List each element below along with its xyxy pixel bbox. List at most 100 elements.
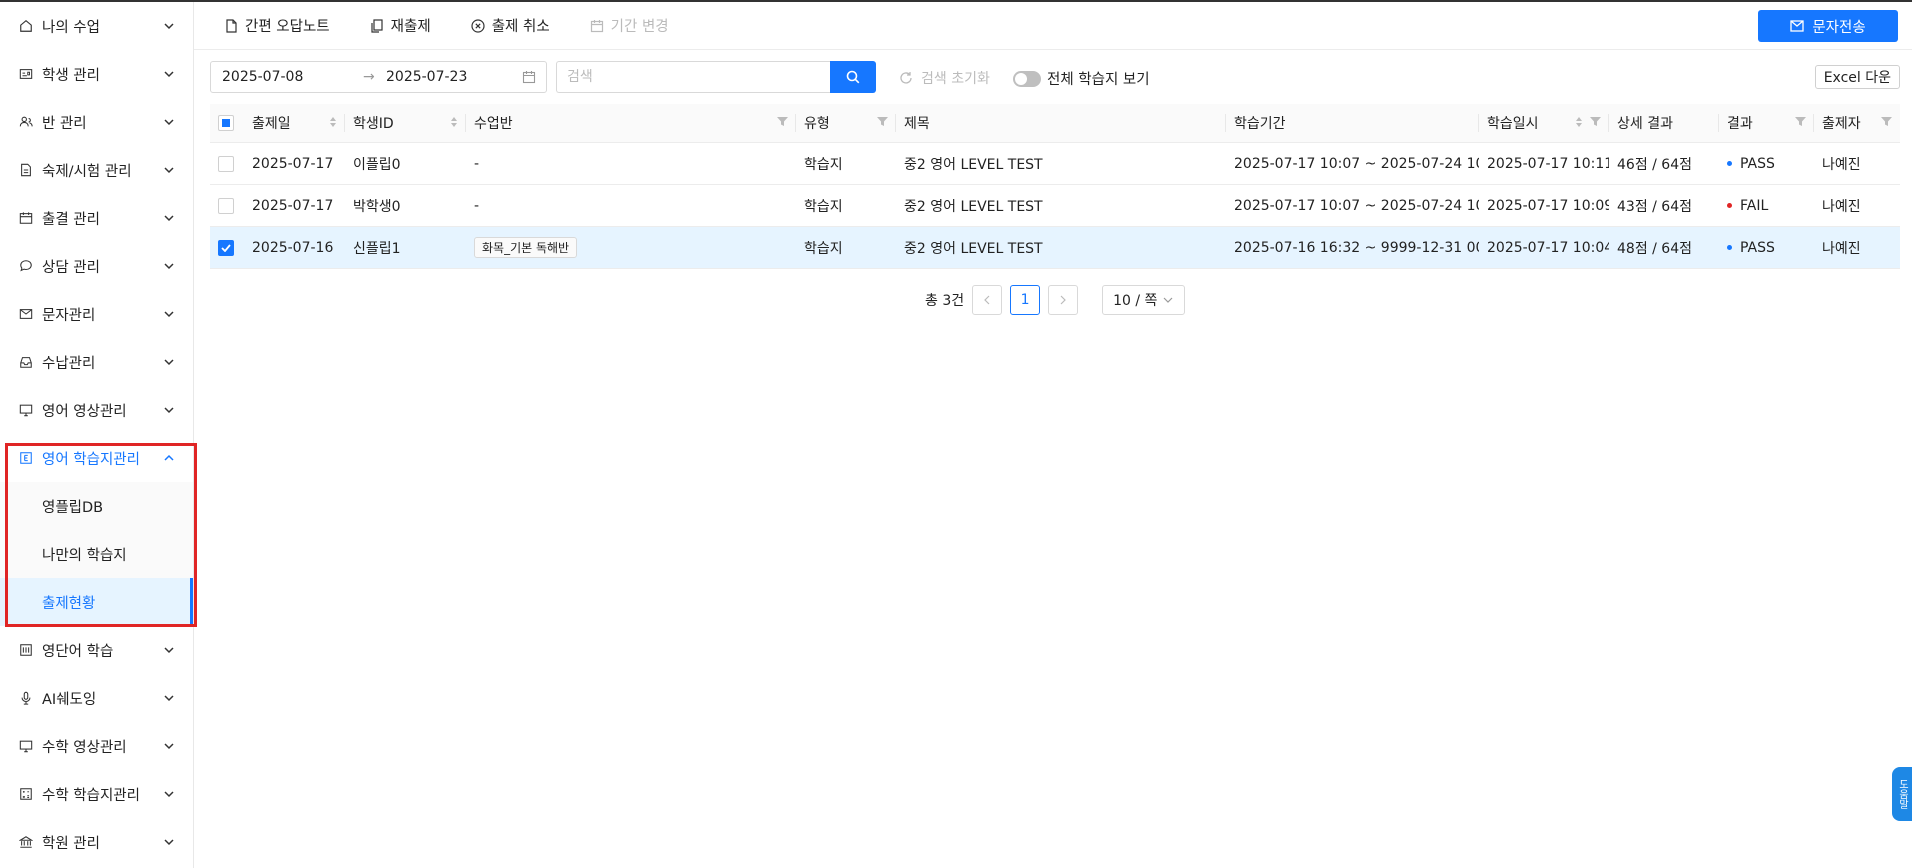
header-date[interactable]: 출제일: [244, 104, 345, 143]
wrong-answer-note-button[interactable]: 간편 오답노트: [224, 15, 330, 36]
monitor-icon: [18, 402, 34, 418]
date-range-picker[interactable]: 2025-07-08 → 2025-07-23: [210, 61, 547, 93]
sidebar-item-label: 영어 영상관리: [42, 403, 127, 420]
sidebar-item-label: 학생 관리: [42, 67, 100, 84]
search-input[interactable]: [556, 61, 831, 93]
date-cell: 2025-07-16: [244, 226, 345, 269]
table-header-row: 출제일 학생ID 수업반 유형 제목 학습기간 학습일시 상세 결과 결과 출제…: [210, 104, 1900, 143]
sidebar-item-10[interactable]: 영단어 학습: [0, 626, 193, 674]
class-cell-wrap: -: [466, 184, 796, 227]
detail-cell: 46점 / 64점: [1609, 142, 1719, 185]
send-sms-button[interactable]: 문자전송: [1758, 10, 1898, 42]
page-size-select[interactable]: 10 / 쪽: [1102, 285, 1186, 315]
chevron-left-icon: [984, 295, 990, 305]
help-tab[interactable]: 도움말: [1892, 767, 1912, 821]
result-badge: PASS: [1740, 239, 1775, 256]
search-button[interactable]: [830, 61, 876, 93]
checkbox-cell: [210, 142, 244, 185]
sort-icon[interactable]: [450, 116, 458, 128]
sidebar-item-8[interactable]: 영어 영상관리: [0, 386, 193, 434]
document-icon: [18, 162, 34, 178]
chevron-down-icon: [164, 791, 174, 798]
inbox-icon: [18, 354, 34, 370]
study-time-cell: 2025-07-17 10:11: [1479, 142, 1609, 185]
student-id-cell: 이플립0: [345, 142, 466, 185]
excel-download-button[interactable]: Excel 다운: [1814, 65, 1900, 89]
sort-icon[interactable]: [1575, 116, 1583, 128]
status-dot: [1727, 245, 1732, 250]
cancel-assignment-button[interactable]: 출제 취소: [471, 15, 550, 36]
chevron-down-icon: [164, 359, 174, 366]
submenu-item-0[interactable]: 영플립DB: [0, 482, 193, 530]
submenu-item-1[interactable]: 나만의 학습지: [0, 530, 193, 578]
header-type[interactable]: 유형: [796, 104, 896, 143]
chevron-down-icon: [164, 695, 174, 702]
chevron-down-icon: [164, 167, 174, 174]
chevron-down-icon: [1164, 297, 1173, 303]
sidebar-item-3[interactable]: 숙제/시험 관리: [0, 146, 193, 194]
date-to[interactable]: 2025-07-23: [386, 69, 467, 85]
type-cell: 학습지: [796, 184, 896, 227]
sidebar-item-0[interactable]: 나의 수업: [0, 2, 193, 50]
group-icon: [18, 114, 34, 130]
row-checkbox[interactable]: [218, 197, 234, 214]
submenu-item-2[interactable]: 출제현황: [0, 578, 193, 626]
prev-page-button[interactable]: [972, 285, 1003, 315]
change-period-button[interactable]: 기간 변경: [590, 15, 669, 36]
page-1-button[interactable]: 1: [1010, 285, 1041, 315]
reassign-label: 재출제: [390, 19, 431, 35]
microphone-icon: [18, 690, 34, 706]
select-all-checkbox[interactable]: [218, 115, 234, 131]
row-checkbox[interactable]: [218, 155, 234, 172]
sidebar-item-2[interactable]: 반 관리: [0, 98, 193, 146]
student-id-cell: 신플립1: [345, 226, 466, 269]
chevron-down-icon: [164, 119, 174, 126]
sidebar-item-12[interactable]: 수학 영상관리: [0, 722, 193, 770]
table-row[interactable]: 2025-07-17 이플립0- 학습지 중2 영어 LEVEL TEST 2025-0…: [210, 142, 1900, 185]
period-cell: 2025-07-17 10:07 ~ 2025-07-24 10:07: [1226, 184, 1479, 227]
filter-icon[interactable]: [777, 116, 788, 127]
row-checkbox[interactable]: [218, 239, 234, 256]
reassign-button[interactable]: 재출제: [370, 15, 431, 36]
checkbox-cell: [210, 184, 244, 227]
send-sms-label: 문자전송: [1812, 19, 1866, 36]
filter-icon[interactable]: [1881, 116, 1892, 127]
pagination: 총 3건 1 10 / 쪽: [925, 284, 1186, 316]
header-result[interactable]: 결과: [1719, 104, 1814, 143]
next-page-button[interactable]: [1048, 285, 1079, 315]
reload-icon: [900, 72, 912, 84]
filter-icon[interactable]: [1795, 116, 1806, 127]
sidebar-item-14[interactable]: 학원 관리: [0, 818, 193, 866]
header-class[interactable]: 수업반: [466, 104, 796, 143]
search-icon: [846, 70, 860, 84]
sidebar-item-4[interactable]: 출결 관리: [0, 194, 193, 242]
sidebar-item-6[interactable]: 문자관리: [0, 290, 193, 338]
date-from[interactable]: 2025-07-08: [222, 69, 303, 85]
sidebar-item-5[interactable]: 상담 관리: [0, 242, 193, 290]
wrong-answer-note-label: 간편 오답노트: [245, 19, 330, 35]
author-cell: 나예진: [1814, 226, 1900, 269]
sidebar: 나의 수업학생 관리반 관리 숙제/시험 관리 출결 관리 상담 관리 문자관리 수납관리…: [0, 2, 194, 868]
sidebar-item-13[interactable]: 수학 학습지관리: [0, 770, 193, 818]
type-cell: 학습지: [796, 142, 896, 185]
sidebar-item-9[interactable]: 영어 학습지관리: [0, 434, 193, 482]
header-period: 학습기간: [1226, 104, 1479, 143]
sort-icon[interactable]: [329, 116, 337, 128]
table-row[interactable]: 2025-07-17 박학생0- 학습지 중2 영어 LEVEL TEST 2025-0…: [210, 184, 1900, 227]
check-icon: [221, 243, 231, 252]
show-all-toggle[interactable]: [1013, 70, 1041, 87]
reset-search-button[interactable]: 검색 초기화: [899, 68, 990, 88]
filter-icon[interactable]: [877, 116, 888, 127]
sidebar-item-1[interactable]: 학생 관리: [0, 50, 193, 98]
header-author[interactable]: 출제자: [1814, 104, 1900, 143]
chevron-down-icon: [164, 23, 174, 30]
sidebar-item-11[interactable]: AI쉐도잉: [0, 674, 193, 722]
filter-icon[interactable]: [1590, 116, 1601, 127]
cancel-assignment-label: 출제 취소: [491, 19, 550, 35]
table-row[interactable]: 2025-07-16 신플립1 화목_기본 독해반 학습지 중2 영어 LEVEL TE…: [210, 226, 1900, 269]
sidebar-item-7[interactable]: 수납관리: [0, 338, 193, 386]
header-student-id[interactable]: 학생ID: [345, 104, 466, 143]
header-study-time[interactable]: 학습일시: [1479, 104, 1609, 143]
sidebar-item-label: AI쉐도잉: [42, 691, 97, 708]
detail-cell: 43점 / 64점: [1609, 184, 1719, 227]
